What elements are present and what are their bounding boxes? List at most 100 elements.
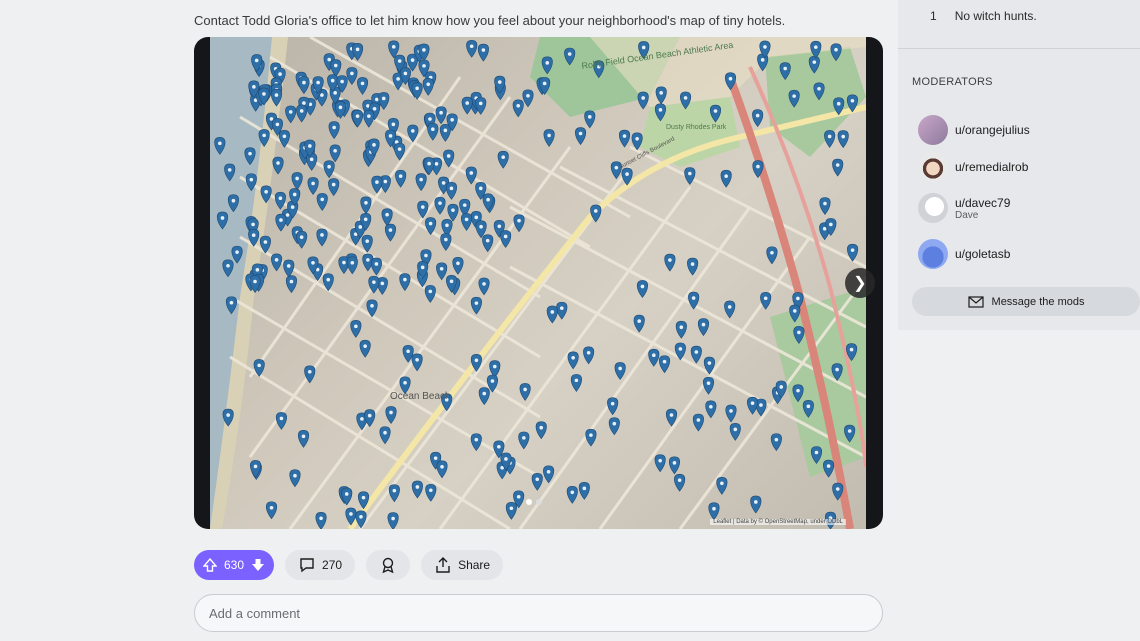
moderator-item[interactable]: u/remedialrob xyxy=(918,152,1028,182)
map-pin-dot xyxy=(756,164,760,169)
map-pin-dot xyxy=(763,296,768,301)
map-pin-dot xyxy=(835,367,839,372)
map-pin-dot xyxy=(823,201,827,206)
map-pin-dot xyxy=(419,177,423,182)
map-pin-dot xyxy=(415,485,420,489)
moderator-username[interactable]: u/davec79 xyxy=(955,196,1010,210)
map-pin-dot xyxy=(850,98,855,103)
map-pin-icon xyxy=(384,223,397,242)
map-pin-dot xyxy=(474,358,479,363)
map-pin-dot xyxy=(422,64,426,68)
map-pin-icon xyxy=(360,196,372,215)
map-pin-dot xyxy=(659,91,663,95)
map-pin-icon xyxy=(351,109,364,128)
map-attribution: Leaflet | Data by © OpenStreetMap, under… xyxy=(710,519,846,525)
map-pin-dot xyxy=(316,80,320,85)
map-pin-dot xyxy=(420,205,425,209)
map-pin-dot xyxy=(456,261,460,266)
map-pin-icon xyxy=(470,433,482,452)
map-pin-dot xyxy=(275,122,280,127)
moderator-username[interactable]: u/goletasb xyxy=(955,247,1010,261)
map-pin-dot xyxy=(249,177,254,182)
comment-count: 270 xyxy=(322,558,343,572)
map-pin-dot xyxy=(253,464,258,469)
map-pin-icon xyxy=(531,472,543,491)
map-pin-dot xyxy=(333,148,337,153)
map-pin-dot xyxy=(263,240,268,244)
map-pin-dot xyxy=(391,45,396,49)
map-pin-dot xyxy=(364,201,368,205)
map-pin-dot xyxy=(443,128,448,133)
map-pin-dot xyxy=(311,181,315,186)
moderator-username[interactable]: u/remedialrob xyxy=(955,160,1028,174)
map-pin-dot xyxy=(383,179,388,184)
map-pin-icon xyxy=(388,484,400,503)
moderator-item[interactable]: u/davec79 Dave xyxy=(918,193,1010,223)
map-pin-icon xyxy=(664,253,676,272)
rule-item[interactable]: 1 No witch hunts. xyxy=(930,9,1037,23)
moderator-username[interactable]: u/orangejulius xyxy=(955,123,1030,137)
arrow-up-icon[interactable] xyxy=(202,557,218,573)
map-pin-icon xyxy=(522,89,534,108)
map-pin-icon xyxy=(296,104,308,123)
map-pin-dot xyxy=(835,487,840,491)
map-pin-icon xyxy=(417,200,429,219)
award-icon xyxy=(382,557,394,574)
map-pin-dot xyxy=(274,258,279,262)
map-pin-icon xyxy=(272,156,284,175)
map-pin-dot xyxy=(490,379,495,383)
map-pin-icon xyxy=(427,122,439,141)
map-pin-icon xyxy=(687,257,699,276)
map-pin-dot xyxy=(610,401,615,406)
map-pin-dot xyxy=(332,125,336,130)
map-pin-icon xyxy=(724,300,736,319)
map-pin-icon xyxy=(505,501,517,520)
moderator-item[interactable]: u/goletasb xyxy=(918,239,1010,269)
map-pin-dot xyxy=(709,404,713,409)
moderator-item[interactable]: u/orangejulius xyxy=(918,115,1030,145)
map-pin-icon xyxy=(832,158,844,177)
map-pin-icon xyxy=(478,387,490,406)
map-pin-icon xyxy=(478,277,490,296)
map-pin-dot xyxy=(526,93,530,98)
map-pin-dot xyxy=(770,250,774,255)
map-pin-dot xyxy=(469,44,474,49)
carousel-dot[interactable] xyxy=(536,499,542,505)
message-mods-button[interactable]: Message the mods xyxy=(912,287,1140,316)
map-pin-icon xyxy=(415,173,427,192)
map-pin-dot xyxy=(309,157,314,162)
map-pin-dot xyxy=(827,134,832,139)
map-pin-dot xyxy=(381,96,386,101)
map-pin-dot xyxy=(410,129,415,133)
map-pin-icon xyxy=(697,318,710,337)
map-pin-dot xyxy=(635,136,639,141)
map-pin-icon xyxy=(329,144,341,163)
add-comment-input[interactable]: Add a comment xyxy=(194,594,883,632)
map-pin-dot xyxy=(366,258,370,262)
map-pin-dot xyxy=(293,473,297,478)
map-pin-dot xyxy=(363,344,367,348)
map-pin-dot xyxy=(358,225,363,229)
map-pin-dot xyxy=(733,427,738,432)
post-media-carousel[interactable]: Robb Field Ocean Beach Athletic Area Dus… xyxy=(194,37,883,529)
map-pin-dot xyxy=(728,76,733,81)
map-pin-dot xyxy=(415,357,419,362)
carousel-next-button[interactable]: ❯ xyxy=(845,268,875,298)
map-pin-dot xyxy=(640,284,645,289)
carousel-dot-active[interactable] xyxy=(526,499,532,505)
map-pin-icon xyxy=(330,59,342,78)
map-pin-dot xyxy=(618,366,622,371)
map-pin-icon xyxy=(379,426,391,445)
map-pin-icon xyxy=(328,121,340,140)
map-pin-dot xyxy=(380,281,385,286)
map-pin-dot xyxy=(567,52,572,56)
comments-button[interactable]: 270 xyxy=(285,550,356,580)
map-pin-dot xyxy=(593,209,598,213)
map-pin-icon xyxy=(512,99,524,118)
arrow-down-icon[interactable] xyxy=(250,557,266,573)
map-pin-dot xyxy=(812,60,817,64)
share-button[interactable]: Share xyxy=(421,550,504,580)
map-pin-dot xyxy=(677,478,682,483)
share-icon xyxy=(436,557,450,573)
award-button[interactable] xyxy=(366,550,411,580)
